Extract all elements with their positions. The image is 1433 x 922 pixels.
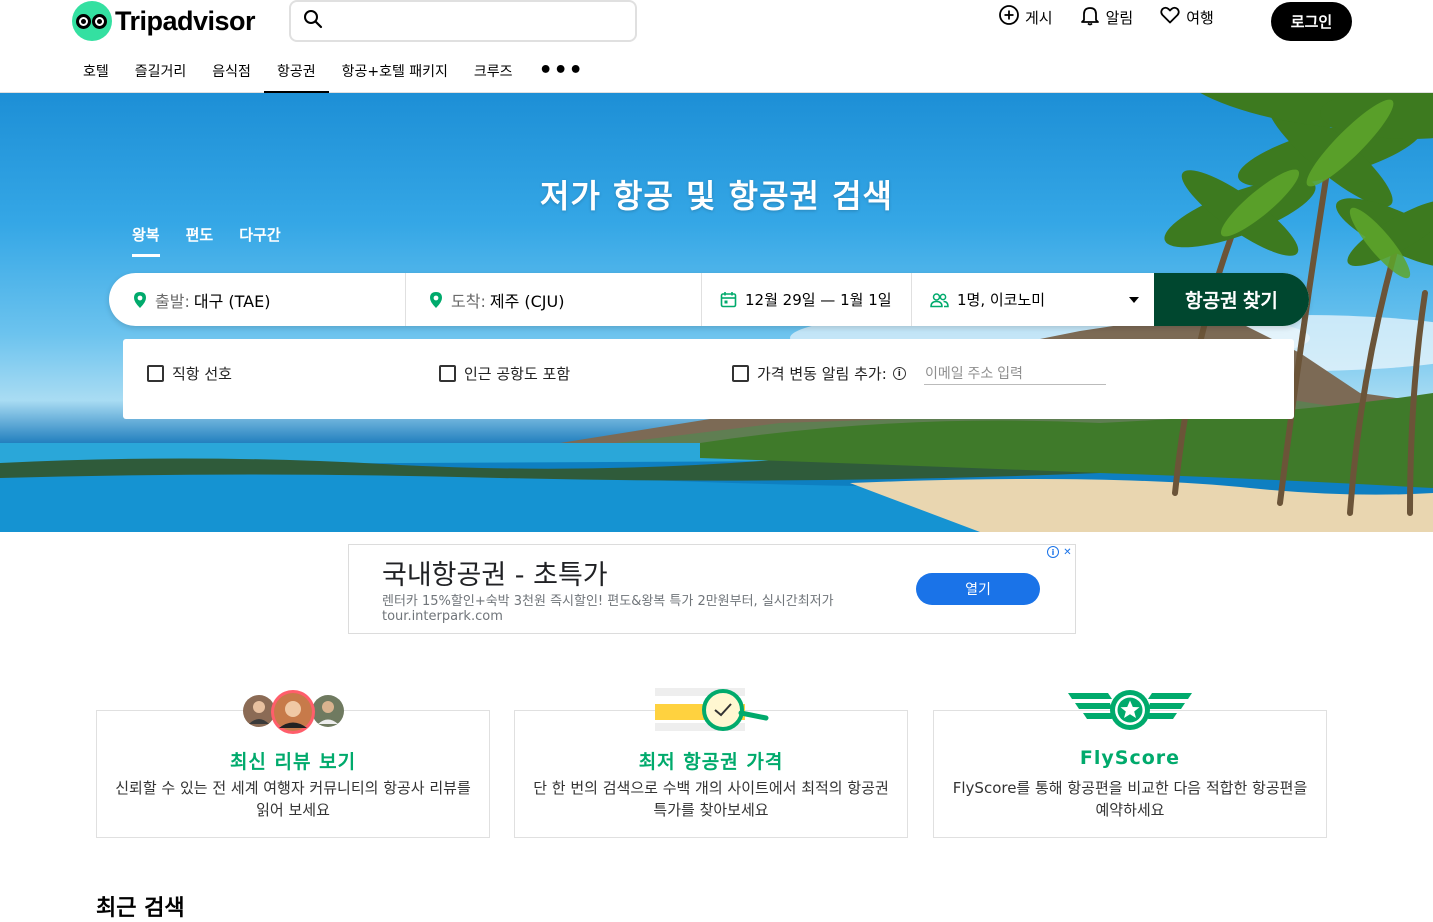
passengers-field[interactable]: 1명, 이코노미 <box>912 273 1155 326</box>
direct-flights-checkbox[interactable] <box>147 365 164 382</box>
sponsored-ad[interactable]: 국내항공권 - 초특가 렌터카 15%할인+숙박 3천원 즉시할인! 편도&왕복… <box>348 544 1076 634</box>
price-alert-label: 가격 변동 알림 추가: <box>757 365 887 383</box>
find-flights-button[interactable]: 항공권 찾기 <box>1154 273 1309 326</box>
feature-title: FlyScore <box>1079 747 1181 769</box>
ad-description: 렌터카 15%할인+숙박 3천원 즉시할인! 편도&왕복 특가 2만원부터, 실… <box>382 594 834 609</box>
trips-label: 여행 <box>1186 8 1214 27</box>
bell-icon <box>1079 4 1101 30</box>
feature-description: 단 한 번의 검색으로 수백 개의 사이트에서 최적의 항공권 특가를 찾아보세… <box>533 779 889 819</box>
trip-type-tabs: 왕복 편도 다구간 <box>132 224 281 257</box>
flyscore-wings-icon <box>1068 690 1192 730</box>
passengers-value: 1명, 이코노미 <box>957 291 1046 309</box>
nav-item-restaurants[interactable]: 음식점 <box>199 48 264 93</box>
tripadvisor-logo[interactable]: Tripadvisor <box>72 1 256 41</box>
trips-button[interactable]: 여행 <box>1159 4 1214 30</box>
hero-title: 저가 항공 및 항공권 검색 <box>540 177 893 215</box>
feature-description: 신뢰할 수 있는 전 세계 여행자 커뮤니티의 항공사 리뷰를 읽어 보세요 <box>115 779 471 819</box>
ad-open-button[interactable]: 열기 <box>916 573 1040 605</box>
tab-round-trip[interactable]: 왕복 <box>132 224 160 257</box>
nav-item-flights[interactable]: 항공권 <box>263 48 329 93</box>
chevron-down-icon <box>1129 297 1139 303</box>
price-magnifier-icon <box>655 688 769 731</box>
email-field[interactable] <box>924 361 1106 385</box>
logo-text: Tripadvisor <box>115 5 256 36</box>
date-range-field[interactable]: 12월 29일 — 1월 1일 <box>702 273 912 326</box>
origin-field[interactable]: 출발: 대구 (TAE) <box>109 273 406 326</box>
ad-url[interactable]: tour.interpark.com <box>382 609 503 624</box>
nearby-airports-checkbox[interactable] <box>439 365 456 382</box>
header-actions: 게시 알림 여행 <box>998 4 1214 30</box>
nearby-airports-label: 인근 공항도 포함 <box>464 365 571 383</box>
price-alert-option[interactable]: 가격 변동 알림 추가: i <box>732 363 906 384</box>
search-icon <box>303 9 323 33</box>
nearby-airports-option[interactable]: 인근 공항도 포함 <box>439 363 570 384</box>
tab-multi-city[interactable]: 다구간 <box>239 224 280 257</box>
destination-field[interactable]: 도착: 제주 (CJU) <box>406 273 702 326</box>
site-header: Tripadvisor 게시 알림 여행 로그인 호텔 즐길거리 음식점 항공권… <box>0 0 1433 93</box>
origin-label: 출발: <box>155 291 190 311</box>
post-button[interactable]: 게시 <box>998 4 1053 30</box>
heart-icon <box>1159 4 1181 30</box>
ad-close-icon[interactable]: ✕ <box>1061 546 1074 559</box>
notifications-label: 알림 <box>1105 8 1134 27</box>
nav-item-flight-hotel-packages[interactable]: 항공+호텔 패키지 <box>329 48 461 93</box>
feature-title: 최신 리뷰 보기 <box>229 751 357 773</box>
feature-description: FlyScore를 통해 항공편을 비교한 다음 적합한 항공편을 예약하세요 <box>952 779 1308 819</box>
ad-title[interactable]: 국내항공권 - 초특가 <box>382 553 608 592</box>
search-input[interactable] <box>333 6 635 36</box>
search-options-panel: 직항 선호 인근 공항도 포함 가격 변동 알림 추가: i <box>123 339 1294 419</box>
plus-circle-icon <box>998 4 1020 30</box>
location-pin-icon <box>133 291 147 309</box>
travelers-icon <box>930 292 949 308</box>
info-icon[interactable]: i <box>892 367 906 380</box>
post-label: 게시 <box>1025 8 1053 27</box>
location-pin-icon <box>429 291 443 309</box>
date-range-value: 12월 29일 — 1월 1일 <box>745 291 892 309</box>
direct-flights-option[interactable]: 직항 선호 <box>147 363 232 384</box>
owl-logo-icon <box>72 1 112 41</box>
notifications-button[interactable]: 알림 <box>1079 4 1134 30</box>
tab-one-way[interactable]: 편도 <box>186 224 214 257</box>
login-button[interactable]: 로그인 <box>1271 2 1352 41</box>
direct-flights-label: 직항 선호 <box>172 365 232 383</box>
category-nav: 호텔 즐길거리 음식점 항공권 항공+호텔 패키지 크루즈 ••• <box>70 48 597 93</box>
recent-searches-heading: 최근 검색 <box>96 896 185 921</box>
origin-value: 대구 (TAE) <box>193 291 271 311</box>
flight-search-hero: 저가 항공 및 항공권 검색 왕복 편도 다구간 출발: 대구 (TAE) 도착… <box>0 93 1433 532</box>
destination-label: 도착: <box>451 291 486 311</box>
nav-item-things-to-do[interactable]: 즐길거리 <box>122 48 200 93</box>
site-search-box[interactable] <box>289 0 637 42</box>
ad-badges: i ✕ <box>1047 546 1074 559</box>
nav-item-cruises[interactable]: 크루즈 <box>461 48 526 93</box>
flight-search-bar: 출발: 대구 (TAE) 도착: 제주 (CJU) 12월 29일 — 1월 1… <box>109 273 1309 326</box>
calendar-icon <box>720 291 737 308</box>
destination-value: 제주 (CJU) <box>489 291 565 311</box>
nav-item-hotels[interactable]: 호텔 <box>70 48 122 93</box>
reviewer-avatars-icon <box>243 690 344 734</box>
price-alert-checkbox[interactable] <box>732 365 749 382</box>
feature-title: 최저 항공권 가격 <box>638 751 784 773</box>
more-menu-icon[interactable]: ••• <box>526 48 597 93</box>
ad-info-icon[interactable]: i <box>1047 546 1059 558</box>
